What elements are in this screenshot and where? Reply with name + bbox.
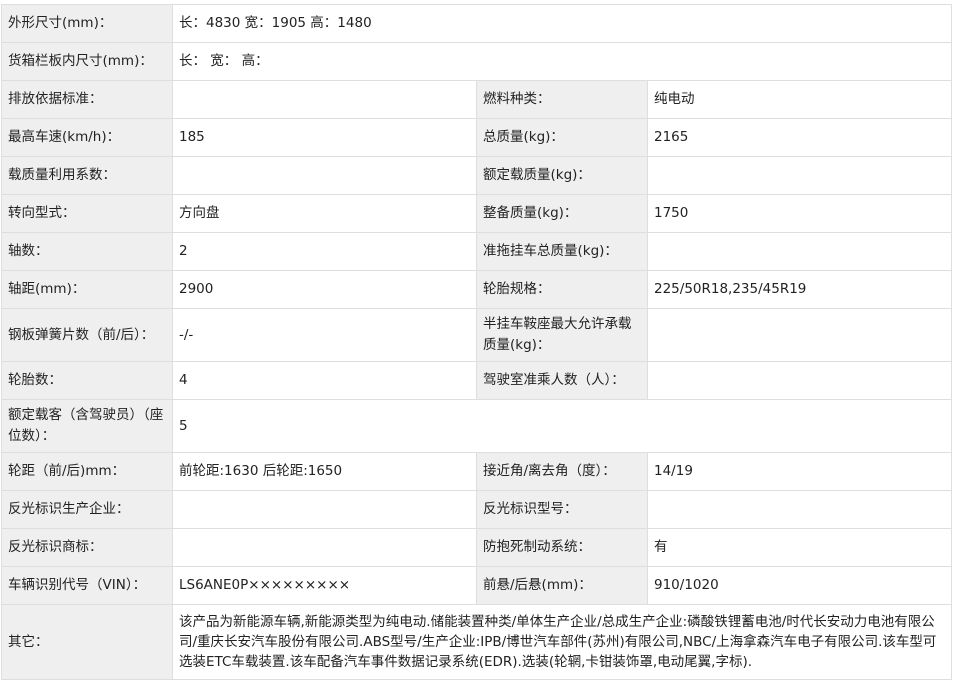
spec-label: 反光标识生产企业： [1, 490, 173, 529]
spec-value: 4 [172, 361, 477, 400]
spec-value [646, 308, 953, 362]
spec-row-dimensions: 外形尺寸(mm)： 长：4830 宽：1905 高：1480 [1, 4, 953, 43]
spec-value: LS6ANE0P××××××××× [172, 566, 477, 605]
spec-row-cargo-box: 货箱栏板内尺寸(mm)： 长： 宽： 高： [1, 42, 953, 81]
spec-value: 5 [171, 399, 953, 453]
spec-row: 轴数： 2 准拖挂车总质量(kg)： [1, 232, 953, 271]
spec-label: 前悬/后悬(mm)： [476, 566, 648, 605]
spec-value: 225/50R18,235/45R19 [646, 270, 953, 309]
spec-value: 185 [172, 118, 477, 157]
spec-row: 轮胎数： 4 驾驶室准乘人数（人）： [1, 361, 953, 400]
spec-value: 2165 [646, 118, 953, 157]
spec-row: 排放依据标准： 燃料种类： 纯电动 [1, 80, 953, 119]
spec-value: 2900 [172, 270, 477, 309]
spec-label: 燃料种类： [476, 80, 648, 119]
spec-row: 反光标识生产企业： 反光标识型号： [1, 490, 953, 529]
spec-label: 排放依据标准： [1, 80, 173, 119]
spec-value [172, 80, 477, 119]
spec-row: 转向型式： 方向盘 整备质量(kg)： 1750 [1, 194, 953, 233]
spec-label: 防抱死制动系统： [476, 528, 648, 567]
spec-label: 转向型式： [1, 194, 173, 233]
spec-value [646, 232, 953, 271]
spec-value [172, 490, 477, 529]
spec-value: 有 [646, 528, 953, 567]
spec-row-other: 其它： 该产品为新能源车辆,新能源类型为纯电动.储能装置种类/单体生产企业/总成… [1, 604, 953, 680]
spec-label: 轮胎数： [1, 361, 173, 400]
spec-label: 额定载质量(kg)： [476, 156, 648, 195]
spec-label: 额定载客（含驾驶员）（座位数）： [1, 399, 173, 453]
spec-value: 2 [172, 232, 477, 271]
spec-label: 反光标识型号： [476, 490, 648, 529]
vehicle-spec-table: 外形尺寸(mm)： 长：4830 宽：1905 高：1480 货箱栏板内尺寸(m… [1, 4, 953, 680]
spec-label: 其它： [1, 604, 173, 680]
spec-value: 该产品为新能源车辆,新能源类型为纯电动.储能装置种类/单体生产企业/总成生产企业… [171, 604, 953, 680]
spec-value [172, 528, 477, 567]
spec-value: 前轮距:1630 后轮距:1650 [172, 452, 477, 491]
spec-value [646, 156, 953, 195]
spec-value: 14/19 [646, 452, 953, 491]
spec-value: 长：4830 宽：1905 高：1480 [171, 4, 953, 43]
spec-row: 载质量利用系数： 额定载质量(kg)： [1, 156, 953, 195]
spec-label: 车辆识别代号（VIN）： [1, 566, 173, 605]
spec-label: 轴数： [1, 232, 173, 271]
spec-label: 总质量(kg)： [476, 118, 648, 157]
spec-label: 驾驶室准乘人数（人）： [476, 361, 648, 400]
spec-value: -/- [172, 308, 477, 362]
spec-label: 载质量利用系数： [1, 156, 173, 195]
spec-value [172, 156, 477, 195]
spec-label: 钢板弹簧片数（前/后）： [1, 308, 173, 362]
spec-row: 钢板弹簧片数（前/后）： -/- 半挂车鞍座最大允许承载质量(kg)： [1, 308, 953, 362]
spec-label: 反光标识商标： [1, 528, 173, 567]
spec-label: 最高车速(km/h)： [1, 118, 173, 157]
spec-value [646, 490, 953, 529]
spec-label: 准拖挂车总质量(kg)： [476, 232, 648, 271]
spec-row: 最高车速(km/h)： 185 总质量(kg)： 2165 [1, 118, 953, 157]
spec-label: 轮胎规格： [476, 270, 648, 309]
spec-value: 1750 [646, 194, 953, 233]
spec-row: 反光标识商标： 防抱死制动系统： 有 [1, 528, 953, 567]
spec-row: 车辆识别代号（VIN）： LS6ANE0P××××××××× 前悬/后悬(mm)… [1, 566, 953, 605]
spec-row-passengers: 额定载客（含驾驶员）（座位数）： 5 [1, 399, 953, 453]
spec-label: 外形尺寸(mm)： [1, 4, 173, 43]
spec-value [646, 361, 953, 400]
spec-value: 910/1020 [646, 566, 953, 605]
spec-value: 长： 宽： 高： [171, 42, 953, 81]
spec-value: 方向盘 [172, 194, 477, 233]
spec-label: 轮距（前/后)mm： [1, 452, 173, 491]
spec-row: 轴距(mm)： 2900 轮胎规格： 225/50R18,235/45R19 [1, 270, 953, 309]
spec-label: 半挂车鞍座最大允许承载质量(kg)： [476, 308, 648, 362]
spec-label: 轴距(mm)： [1, 270, 173, 309]
spec-label: 货箱栏板内尺寸(mm)： [1, 42, 173, 81]
spec-value: 纯电动 [646, 80, 953, 119]
spec-label: 接近角/离去角（度）： [476, 452, 648, 491]
spec-label: 整备质量(kg)： [476, 194, 648, 233]
spec-row: 轮距（前/后)mm： 前轮距:1630 后轮距:1650 接近角/离去角（度）：… [1, 452, 953, 491]
